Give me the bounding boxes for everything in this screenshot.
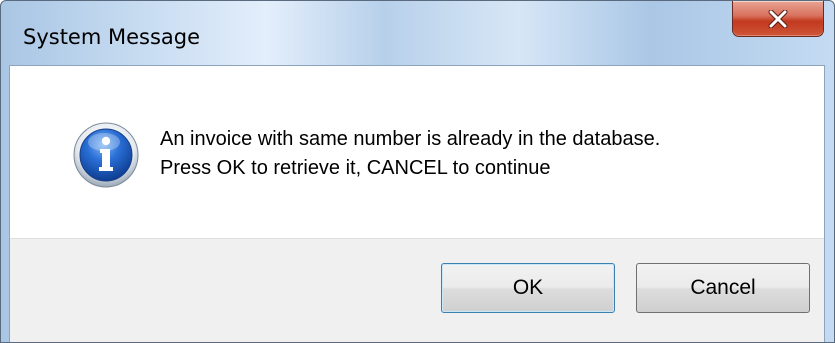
ok-button[interactable]: OK — [441, 263, 615, 313]
message-area: An invoice with same number is already i… — [10, 66, 824, 238]
message-text: An invoice with same number is already i… — [160, 125, 660, 183]
system-message-dialog: System Message An invoice with same numb… — [0, 0, 835, 343]
cancel-button[interactable]: Cancel — [636, 263, 810, 313]
close-button[interactable] — [732, 1, 824, 37]
message-line-2: Press OK to retrieve it, CANCEL to conti… — [160, 157, 551, 179]
dialog-client-area: An invoice with same number is already i… — [9, 65, 825, 342]
info-icon — [73, 122, 139, 188]
button-bar: OK Cancel — [10, 238, 824, 342]
window-title: System Message — [23, 25, 201, 49]
message-line-1: An invoice with same number is already i… — [160, 128, 661, 150]
close-x-icon — [768, 9, 788, 28]
title-bar[interactable]: System Message — [1, 1, 834, 65]
